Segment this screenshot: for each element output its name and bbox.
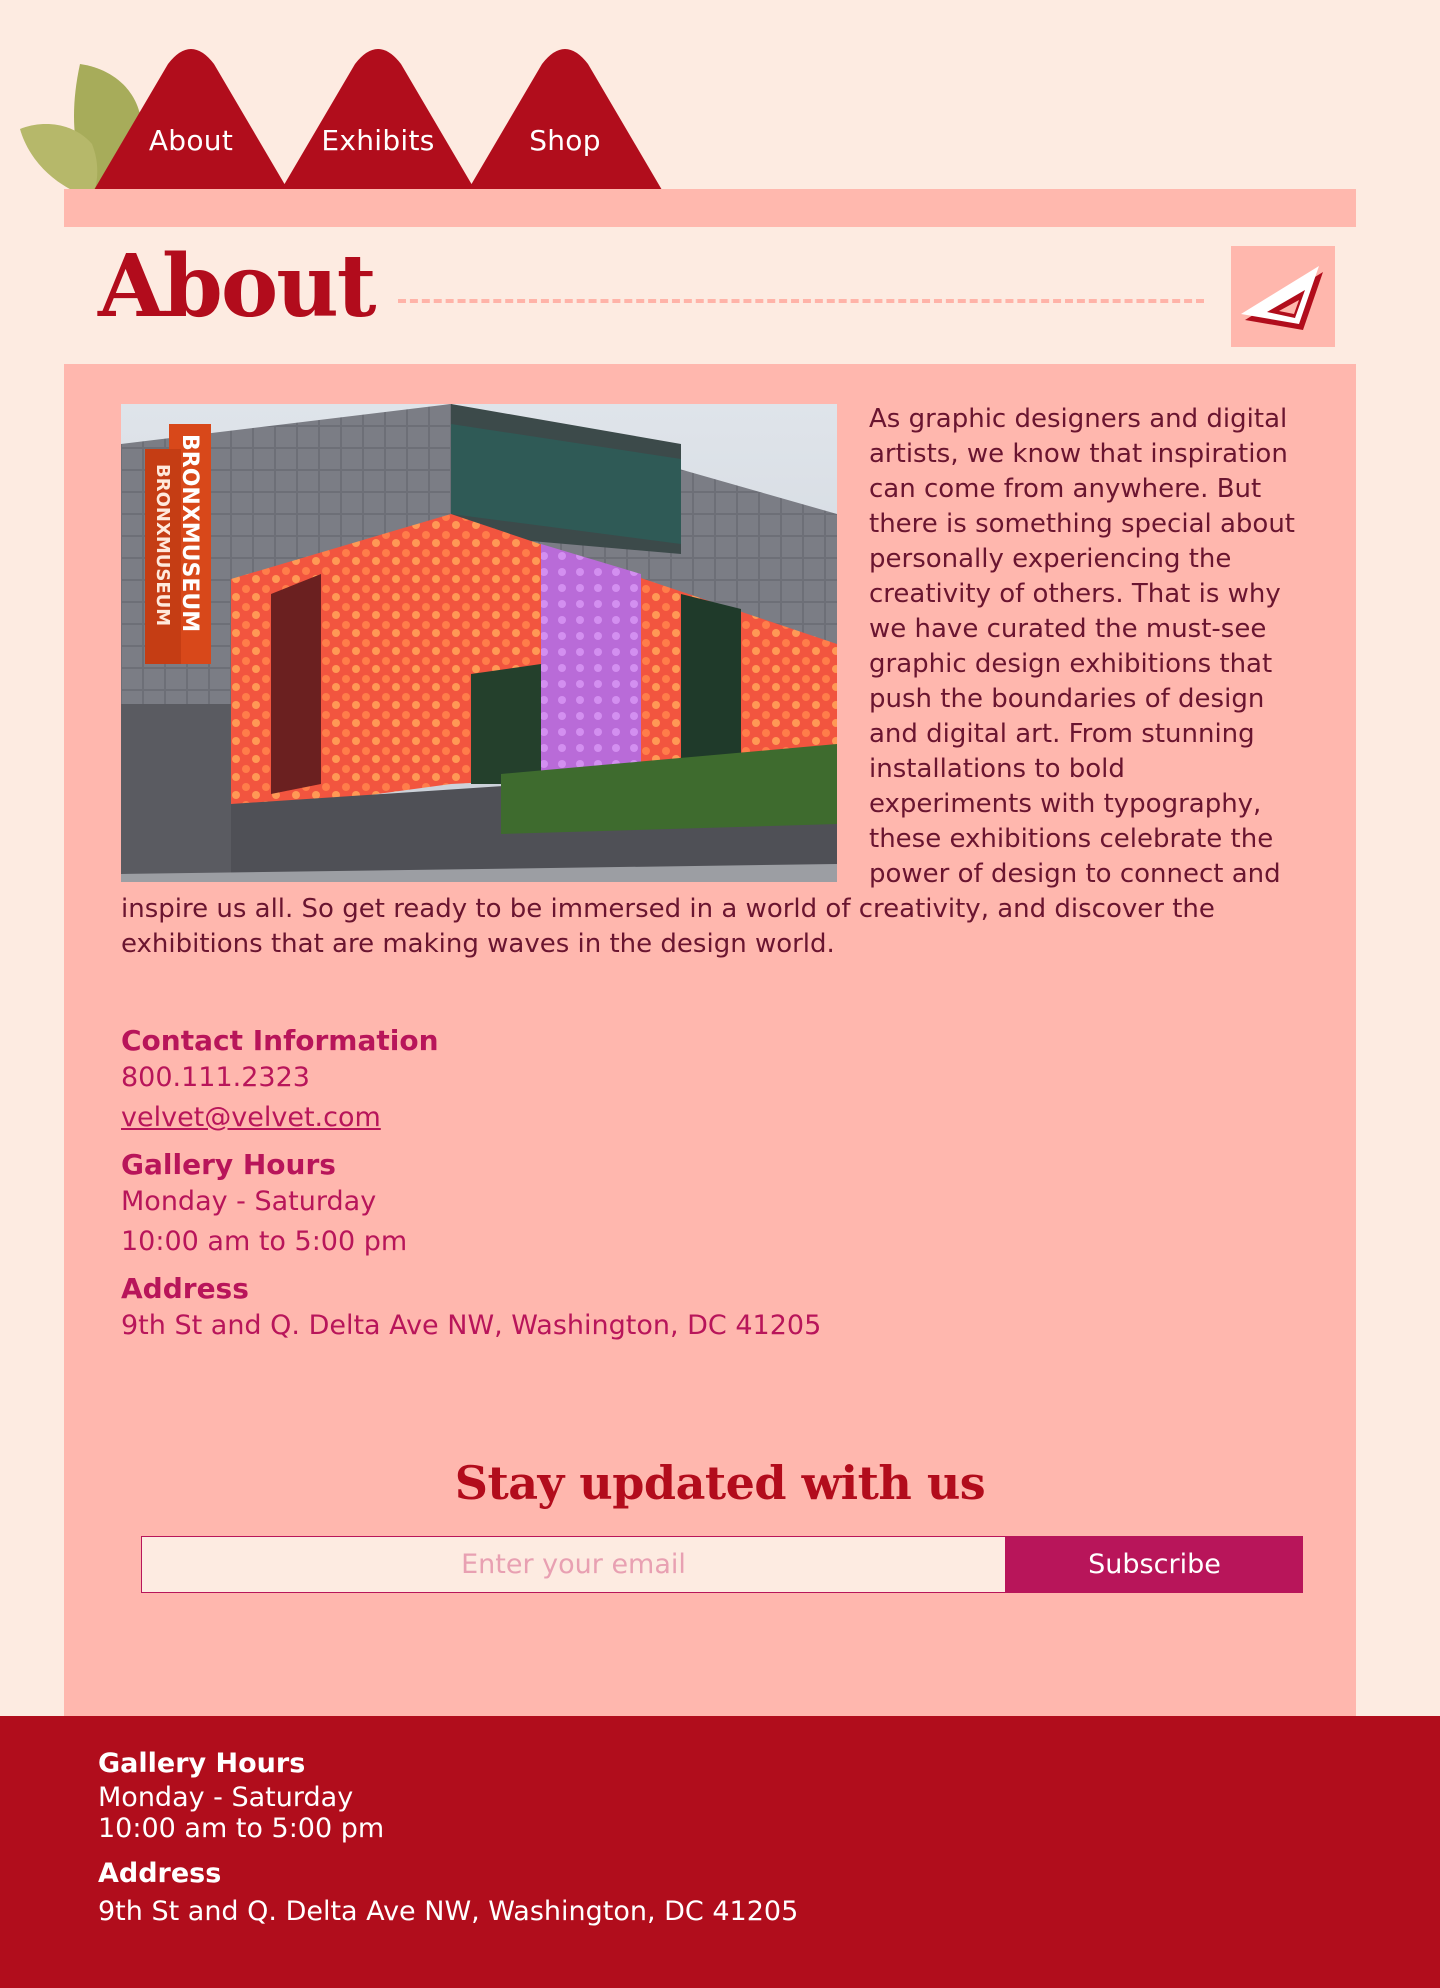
site-footer: Gallery Hours Monday - Saturday 10:00 am… bbox=[0, 1716, 1440, 1988]
nav-underline-strip bbox=[64, 189, 1356, 227]
nav-label-about: About bbox=[148, 124, 234, 157]
footer-hours-time: 10:00 am to 5:00 pm bbox=[98, 1813, 385, 1844]
footer-hours-heading: Gallery Hours bbox=[98, 1748, 306, 1779]
nav-label-exhibits: Exhibits bbox=[321, 124, 435, 157]
subscribe-button[interactable]: Subscribe bbox=[1006, 1536, 1303, 1593]
nav-tab-about[interactable]: About bbox=[94, 48, 288, 190]
footer-content: Gallery Hours Monday - Saturday 10:00 am… bbox=[98, 1746, 798, 1932]
hours-time: 10:00 am to 5:00 pm bbox=[121, 1226, 408, 1257]
address-heading: Address bbox=[121, 1272, 249, 1305]
page-title: About bbox=[98, 236, 376, 337]
main-nav: About Exhibits Shop bbox=[0, 0, 700, 190]
title-badge bbox=[1231, 246, 1335, 347]
banner-text-1: BRONXMUSEUM bbox=[177, 434, 202, 632]
contact-phone: 800.111.2323 bbox=[121, 1062, 310, 1093]
museum-photo-illustration: BRONXMUSEUM BRONXMUSEUM bbox=[121, 404, 837, 882]
nav-tab-shape bbox=[281, 49, 475, 190]
title-dashed-divider bbox=[398, 299, 1204, 303]
nav-tab-shop[interactable]: Shop bbox=[468, 48, 662, 190]
address-text: 9th St and Q. Delta Ave NW, Washington, … bbox=[121, 1310, 822, 1341]
subscribe-form: Subscribe bbox=[141, 1536, 1303, 1593]
intro-section: BRONXMUSEUM BRONXMUSEUM As graphic desig… bbox=[121, 402, 1296, 962]
footer-address-text: 9th St and Q. Delta Ave NW, Washington, … bbox=[98, 1896, 799, 1927]
address-group: Address 9th St and Q. Delta Ave NW, Wash… bbox=[121, 1272, 1021, 1346]
hours-days: Monday - Saturday bbox=[121, 1186, 377, 1217]
contact-info: Contact Information 800.111.2323 velvet@… bbox=[121, 1024, 1021, 1356]
email-input[interactable] bbox=[141, 1536, 1006, 1593]
contact-heading: Contact Information bbox=[121, 1024, 439, 1057]
contact-group: Contact Information 800.111.2323 velvet@… bbox=[121, 1024, 1021, 1138]
nav-tab-exhibits[interactable]: Exhibits bbox=[281, 48, 475, 190]
hours-heading: Gallery Hours bbox=[121, 1148, 336, 1181]
banner-text-2: BRONXMUSEUM bbox=[152, 464, 173, 626]
nav-tab-shape bbox=[94, 49, 288, 190]
contact-email-link[interactable]: velvet@velvet.com bbox=[121, 1098, 1021, 1138]
triangle-ruler-icon bbox=[1241, 265, 1323, 330]
subscribe-title: Stay updated with us bbox=[454, 1456, 986, 1510]
footer-address-heading: Address bbox=[98, 1858, 222, 1889]
hours-group: Gallery Hours Monday - Saturday 10:00 am… bbox=[121, 1148, 1021, 1262]
footer-hours-days: Monday - Saturday bbox=[98, 1782, 354, 1813]
nav-label-shop: Shop bbox=[529, 124, 601, 157]
museum-photo: BRONXMUSEUM BRONXMUSEUM bbox=[121, 404, 837, 882]
nav-tab-shape bbox=[468, 49, 662, 190]
